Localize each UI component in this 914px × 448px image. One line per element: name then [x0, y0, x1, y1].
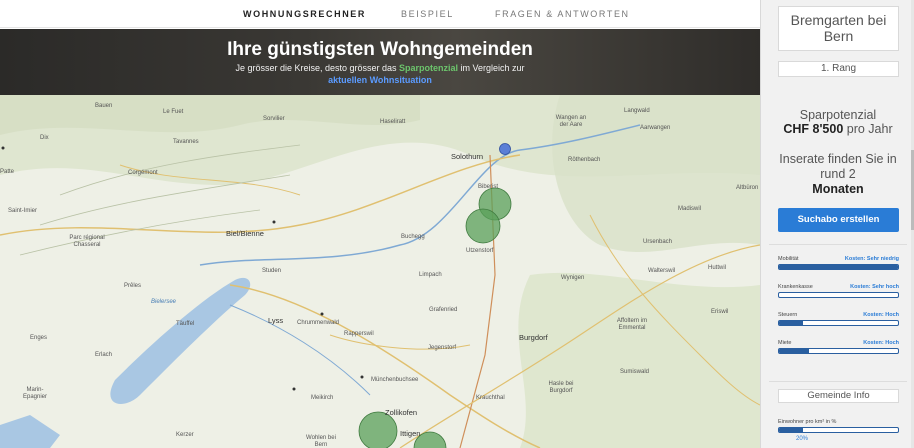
metric-fill — [779, 349, 809, 353]
map-label: Eriswil — [711, 309, 729, 315]
map-label: Biel/Bienne — [226, 229, 264, 238]
map-label: Bielersee — [151, 299, 177, 305]
metric-bar — [778, 348, 899, 354]
metric-value: Kosten: Sehr hoch — [850, 284, 899, 290]
map-label: Biberist — [478, 184, 499, 190]
metric-label: Krankenkasse — [778, 284, 813, 290]
map-label: Limpach — [419, 272, 442, 278]
map-label: Enges — [30, 335, 48, 341]
map-label: Röthenbach — [568, 157, 601, 163]
density-label: Einwohner pro km² in % — [778, 419, 837, 425]
divider — [769, 381, 907, 382]
density-fill — [779, 428, 803, 432]
map-label: Le Fuet — [163, 109, 184, 115]
map-label: Sumiswald — [620, 369, 650, 375]
map-label: Grafenried — [429, 307, 458, 313]
map-label: Tavannes — [173, 139, 199, 145]
hero-banner: Ihre günstigsten Wohngemeinden Je grösse… — [0, 29, 760, 95]
map-label: Patte — [0, 169, 15, 175]
map-label: Buchegg — [401, 234, 425, 240]
map-label: Hasle bei Burgdorf — [548, 381, 574, 394]
map-label: Wynigen — [561, 275, 585, 281]
metric-fill — [779, 265, 898, 269]
top-navigation: WOHNUNGSRECHNER BEISPIEL FRAGEN & ANTWOR… — [0, 0, 760, 28]
divider — [769, 244, 907, 245]
metric-bar — [778, 264, 899, 270]
map-label: Münchenbuchsee — [371, 377, 419, 383]
map-label: Täuffel — [176, 321, 195, 327]
map-label: Kerzer — [176, 432, 194, 438]
map-label: Huttwil — [708, 265, 727, 271]
map-label: Langwald — [624, 108, 650, 114]
metric-value: Kosten: Hoch — [863, 312, 899, 318]
map-label: Meikirch — [311, 395, 334, 401]
listing-time-value: Monaten — [812, 182, 864, 196]
town-name: Bremgarten bei Bern — [778, 6, 899, 51]
map-label: Bauen — [95, 103, 113, 109]
map-label: Zollikofen — [385, 408, 418, 417]
map-label: Wangen an der Aare — [555, 115, 587, 128]
map-label: Saint-Imier — [8, 208, 38, 214]
metric-bar — [778, 320, 899, 326]
map-label: Jegenstorf — [428, 345, 457, 351]
map-label: Altbüron — [736, 185, 759, 191]
savings-circle-utzenstorf — [465, 208, 501, 244]
metric-value: Kosten: Sehr niedrig — [844, 256, 899, 262]
subtitle-text: Je grösser die Kreise, desto grösser das — [235, 63, 400, 73]
saving-label: Sparpotenzial — [799, 108, 877, 122]
saving-amount: CHF 8'500 — [783, 122, 844, 136]
sparpotenzial-highlight: Sparpotenzial — [399, 63, 459, 73]
saving-unit: pro Jahr — [843, 122, 893, 136]
current-situation-link[interactable]: aktuellen Wohnsituation — [328, 75, 432, 85]
density-bar — [778, 427, 899, 433]
map-label: Lyss — [268, 316, 284, 325]
map-label: Chrummenwald — [297, 320, 340, 326]
map-label: Rapperswil — [344, 331, 374, 337]
map-canvas — [0, 95, 760, 448]
nav-fragen-antworten[interactable]: FRAGEN & ANTWORTEN — [495, 9, 630, 19]
map-label: Solothurn — [451, 152, 484, 161]
map-label: Utzenstorf — [466, 248, 494, 254]
metric-label: Miete — [778, 340, 792, 346]
map-label: Burgdorf — [519, 333, 548, 342]
map-label: Studen — [262, 268, 282, 274]
map-label: Walterswil — [648, 268, 676, 274]
metric-bar — [778, 292, 899, 298]
nav-wohnungsrechner[interactable]: WOHNUNGSRECHNER — [243, 9, 366, 19]
metric-label: Mobilität — [778, 256, 799, 262]
map-label: Ittigen — [400, 429, 421, 438]
map-label: Parc régional Chasseral — [69, 235, 105, 248]
map-label: Corgémont — [128, 170, 158, 176]
density-percent: 20% — [796, 436, 809, 442]
details-panel: Bremgarten bei Bern 1. Rang Sparpotenzia… — [760, 0, 914, 448]
map-label: Wohlen bei Bern — [306, 435, 336, 448]
map-label: Erlach — [95, 352, 113, 358]
map-label: Krauchthal — [476, 395, 505, 401]
map-label: Ursenbach — [643, 239, 673, 245]
metric-value: Kosten: Hoch — [863, 340, 899, 346]
map-view[interactable]: Le Fuet Sorvilier Haseliratt Wangen an d… — [0, 95, 760, 448]
map-label: Marin-Epagnier — [22, 387, 48, 400]
current-location-marker — [499, 143, 511, 155]
create-alert-button[interactable]: Suchabo erstellen — [778, 208, 899, 232]
savings-circle-zollikofen — [358, 411, 398, 448]
map-label: Affoltern im Emmental — [616, 318, 648, 331]
metric-label: Steuern — [778, 312, 798, 318]
metric-fill — [779, 321, 803, 325]
map-label: Aarwangen — [640, 125, 671, 131]
page-title: Ihre günstigsten Wohngemeinden — [227, 39, 533, 60]
map-label: Dix — [40, 135, 49, 141]
nav-beispiel[interactable]: BEISPIEL — [401, 9, 454, 19]
page-subtitle: Je grösser die Kreise, desto grösser das… — [0, 62, 760, 86]
subtitle-text-2: im Vergleich zur — [458, 63, 525, 73]
map-label: Sorvilier — [263, 116, 285, 122]
map-label: Prêles — [124, 283, 142, 289]
listing-time-label: Inserate finden Sie in rund 2 — [779, 152, 897, 181]
map-label: Madiswil — [678, 206, 702, 212]
saving-value: CHF 8'500 pro Jahr — [769, 122, 907, 136]
gemeinde-info-heading: Gemeinde Info — [778, 389, 899, 403]
map-label: Haseliratt — [380, 119, 406, 125]
rank-badge: 1. Rang — [778, 61, 899, 77]
